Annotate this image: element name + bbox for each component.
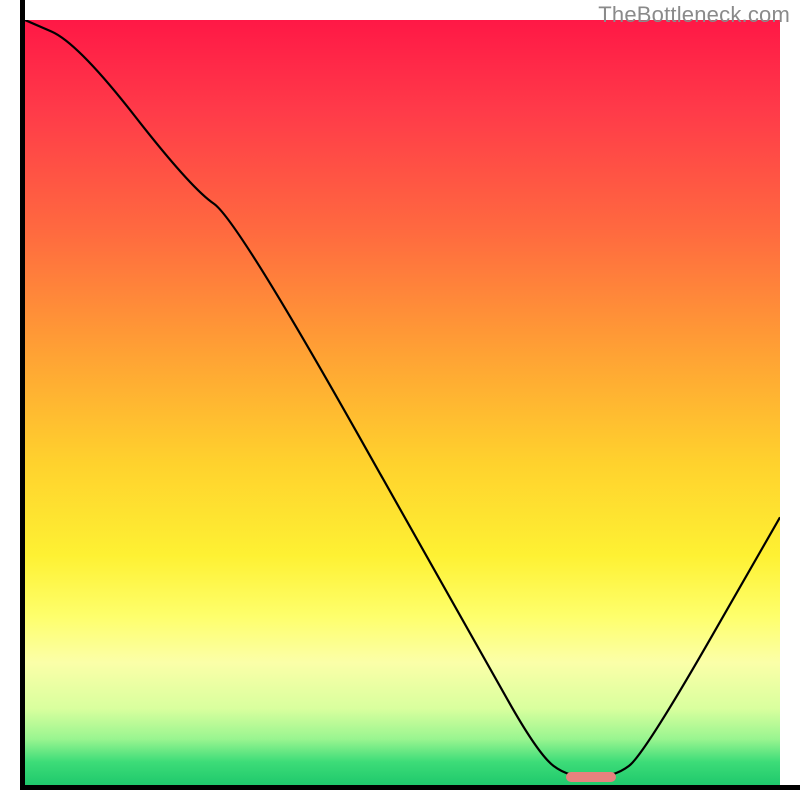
watermark-text: TheBottleneck.com <box>598 2 790 28</box>
plot-area <box>25 20 780 785</box>
bottleneck-curve-path <box>25 20 780 777</box>
x-axis-line <box>20 785 800 790</box>
optimal-marker <box>566 772 616 782</box>
curve-svg <box>25 20 780 785</box>
chart-container: TheBottleneck.com <box>0 0 800 800</box>
